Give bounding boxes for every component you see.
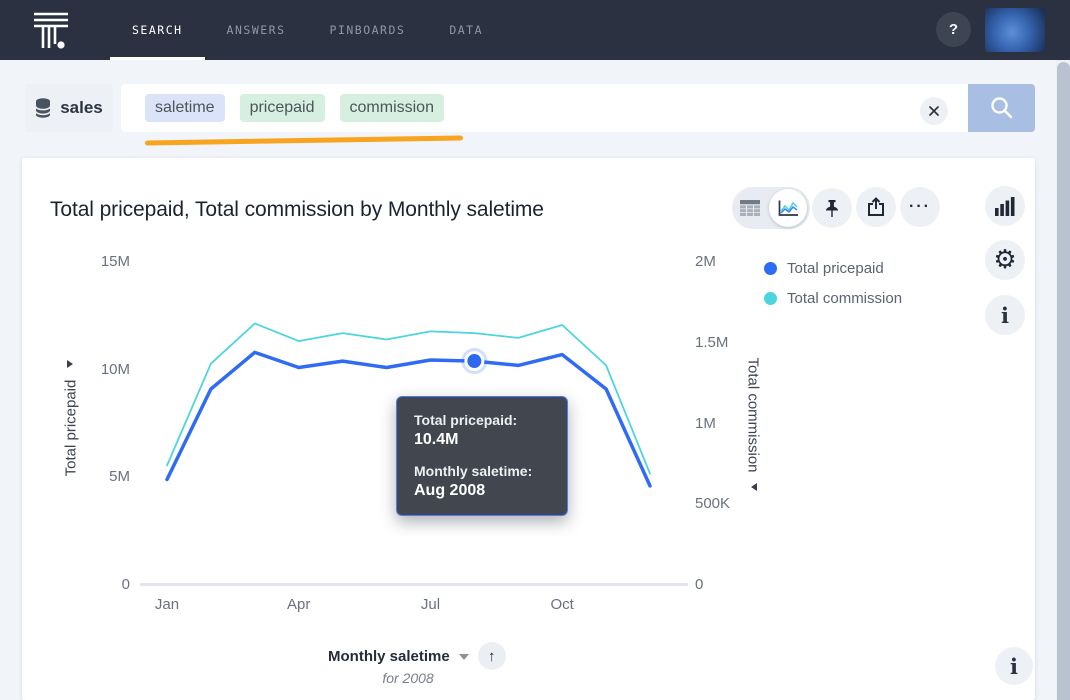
thoughtspot-logo-icon[interactable] — [34, 11, 68, 51]
right-axis-title[interactable]: Total commission — [745, 357, 762, 472]
x-axis-line — [140, 583, 688, 586]
right-axis-tick-label: 1M — [695, 414, 716, 432]
page: SEARCH ANSWERS PINBOARDS DATA ? sales sa… — [0, 0, 1070, 700]
info-icon: i — [1010, 653, 1018, 679]
tab-answers[interactable]: ANSWERS — [205, 0, 308, 60]
right-axis-expand-icon[interactable] — [751, 483, 757, 491]
x-axis-tick-label: Jul — [420, 596, 441, 613]
x-axis-tick-label: Jan — [154, 596, 180, 613]
data-source-chip[interactable]: sales — [25, 84, 113, 132]
highlighted-point[interactable] — [467, 354, 482, 369]
answer-info-button[interactable]: i — [995, 647, 1033, 685]
highlighted-point-halo — [461, 348, 488, 375]
chart-area: Total pricepaid Total commission Total p… — [22, 158, 1035, 700]
right-axis-tick-label: 500K — [695, 495, 731, 513]
tab-data[interactable]: DATA — [427, 0, 505, 60]
tab-pinboards[interactable]: PINBOARDS — [308, 0, 428, 60]
x-axis-tick-label: Apr — [287, 596, 311, 613]
search-token-commission[interactable]: commission — [339, 94, 444, 122]
left-axis-title[interactable]: Total pricepaid — [63, 380, 80, 477]
answer-card: Total pricepaid, Total commission by Mon… — [22, 158, 1035, 700]
left-axis-tick-label: 5M — [109, 468, 130, 486]
data-source-label: sales — [60, 98, 103, 117]
x-axis-tick-label: Oct — [550, 596, 574, 613]
x-axis-filter-text: for 2008 — [382, 670, 434, 686]
close-icon — [929, 106, 939, 116]
left-axis-tick-label: 10M — [100, 360, 130, 378]
left-axis-tick-label: 0 — [121, 576, 130, 593]
right-axis-tick-label: 0 — [695, 576, 704, 593]
search-input[interactable]: saletime pricepaid commission — [121, 84, 968, 132]
search-token-pricepaid[interactable]: pricepaid — [239, 94, 325, 122]
x-axis-label[interactable]: Monthly saletime — [328, 648, 450, 665]
search-icon — [990, 97, 1012, 119]
user-avatar[interactable] — [985, 8, 1045, 52]
right-axis-tick-label: 1.5M — [695, 333, 729, 351]
clear-search-button[interactable] — [920, 97, 948, 125]
tooltip-metric-label: Total pricepaid: — [414, 412, 518, 428]
highlighted-point-ring — [464, 351, 485, 372]
search-button[interactable] — [968, 84, 1035, 132]
annotation-underline — [144, 135, 464, 146]
database-icon — [35, 98, 52, 118]
tooltip-dim-label: Monthly saletime: — [414, 463, 533, 479]
right-axis-tick-label: 2M — [695, 253, 716, 270]
left-axis-tick-label: 15M — [100, 253, 130, 270]
nav-tabs: SEARCH ANSWERS PINBOARDS DATA — [110, 0, 505, 60]
tooltip-metric-value: 10.4M — [414, 431, 459, 448]
sort-ascending-button[interactable]: ↑ — [477, 642, 506, 670]
top-nav: SEARCH ANSWERS PINBOARDS DATA ? — [0, 0, 1070, 60]
tooltip-dim-value: Aug 2008 — [414, 482, 486, 499]
x-axis-control: Monthly saletime ↑ — [328, 642, 506, 670]
tab-search[interactable]: SEARCH — [110, 0, 205, 60]
search-token-saletime[interactable]: saletime — [145, 94, 225, 122]
scrollbar-thumb[interactable] — [1057, 62, 1070, 700]
help-button[interactable]: ? — [936, 12, 971, 47]
chevron-down-icon[interactable] — [458, 654, 469, 660]
chart-tooltip: Total pricepaid: 10.4M Monthly saletime:… — [396, 396, 568, 516]
arrow-up-icon: ↑ — [487, 647, 496, 665]
